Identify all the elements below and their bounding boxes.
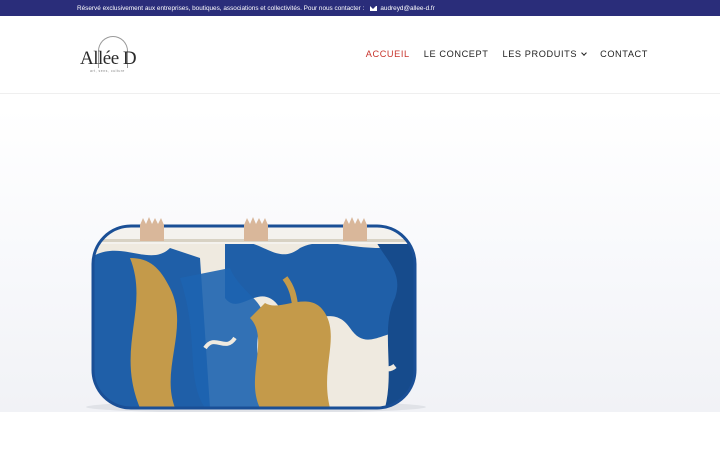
logo-tagline: art, sens, culture	[90, 69, 125, 73]
chevron-down-icon	[581, 50, 587, 56]
wood-wick-left	[140, 217, 164, 241]
candle-vessel	[93, 226, 415, 408]
topbar-email[interactable]: audreyd@allee-d.fr	[380, 5, 434, 12]
envelope-icon	[370, 5, 378, 11]
nav-item-les-produits-label: LES PRODUITS	[502, 49, 578, 59]
wood-wick-center	[244, 217, 268, 241]
main-nav: ACCUEIL LE CONCEPT LES PRODUITS CONTACT	[366, 49, 648, 59]
candle-product-illustration	[86, 217, 426, 412]
nav-item-les-produits[interactable]: LES PRODUITS	[502, 49, 587, 59]
hero-image	[0, 108, 720, 412]
logo-wordmark: Allée D	[80, 48, 137, 69]
topbar-notice: Réservé exclusivement aux entreprises, b…	[77, 4, 365, 12]
site-header: Allée D art, sens, culture ACCUEIL LE CO…	[0, 16, 720, 94]
topbar-email-link[interactable]: audreyd@allee-d.fr	[370, 5, 435, 12]
nav-item-contact[interactable]: CONTACT	[600, 49, 648, 59]
nav-item-le-concept[interactable]: LE CONCEPT	[424, 49, 489, 59]
top-info-bar: Réservé exclusivement aux entreprises, b…	[0, 0, 720, 16]
nav-item-accueil[interactable]: ACCUEIL	[366, 49, 410, 59]
wood-wick-right	[343, 217, 367, 241]
site-logo[interactable]: Allée D art, sens, culture	[78, 36, 140, 76]
